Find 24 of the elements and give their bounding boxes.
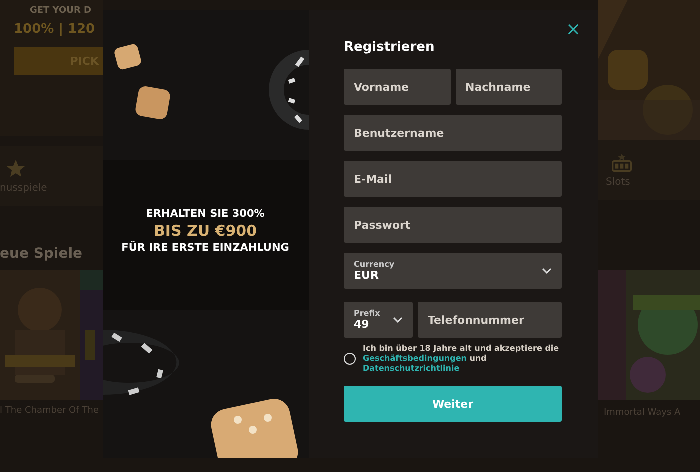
currency-select[interactable]: Currency EUR [344, 253, 562, 289]
privacy-link[interactable]: Datenschutzrichtlinie [363, 364, 460, 373]
close-button[interactable] [566, 22, 581, 37]
consent-text: Ich bin über 18 Jahre alt und akzeptiere die Geschäftsbedingungen und Datenschutzrichtlinie [363, 344, 560, 374]
last-name-field[interactable]: Nachname [456, 69, 562, 105]
phone-field[interactable]: Telefonnummer [418, 302, 562, 338]
dialog-title: Registrieren [344, 40, 436, 55]
chevron-down-icon [542, 268, 552, 274]
star-icon [6, 158, 26, 178]
promo-amount: BIS ZU €900 [154, 222, 258, 240]
consent-checkbox[interactable] [344, 353, 356, 365]
section-title: eue Spiele [0, 246, 84, 262]
promo-headline: ERHALTEN SIE 300% [146, 208, 265, 220]
username-field[interactable]: Benutzername [344, 115, 562, 151]
password-field[interactable]: Passwort [344, 207, 562, 243]
email-field[interactable]: E-Mail [344, 161, 562, 197]
first-name-field[interactable]: Vorname [344, 69, 450, 105]
promo-subline: FÜR IRE ERSTE EINZAHLUNG [122, 242, 290, 254]
slot-machine-icon [612, 152, 632, 172]
terms-link[interactable]: Geschäftsbedingungen [363, 354, 467, 363]
prefix-select[interactable]: Prefix 49 [344, 302, 413, 338]
banner-heading: GET YOUR D [29, 6, 92, 16]
chevron-down-icon [393, 317, 403, 323]
banner-offer: 100% | 120 [14, 22, 96, 37]
